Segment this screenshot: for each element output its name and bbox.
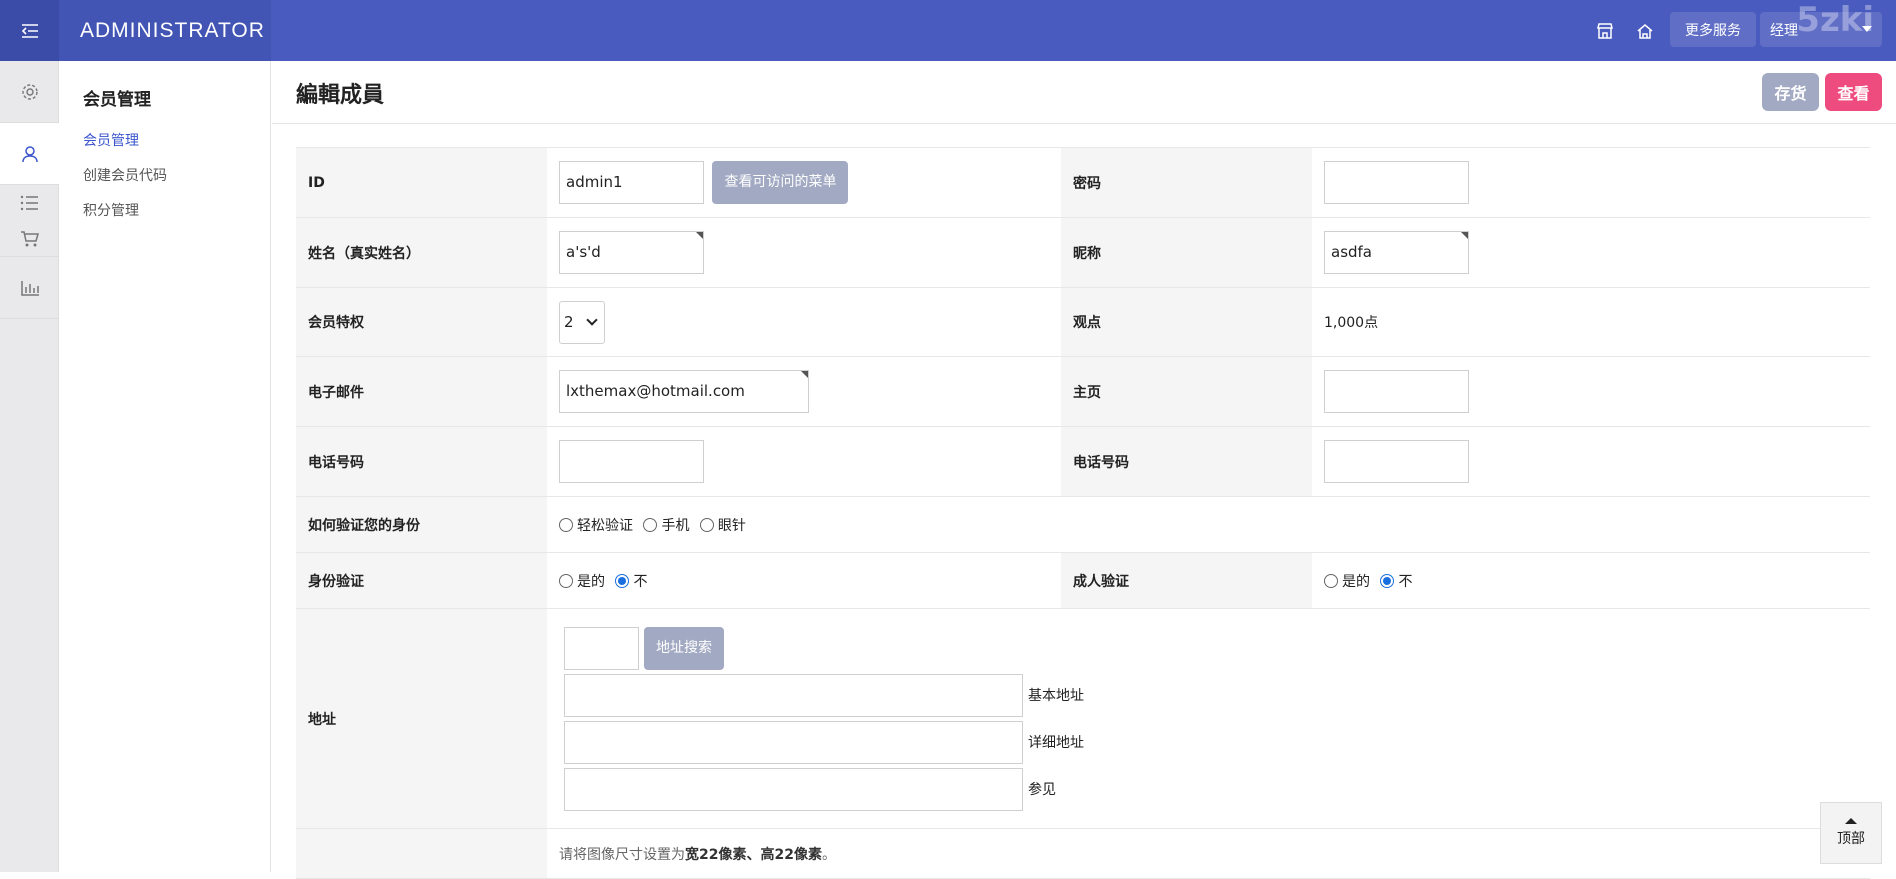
detail-address-input[interactable] (564, 720, 1023, 764)
header-divider (272, 123, 1896, 124)
list-icon (20, 195, 38, 211)
phone-input[interactable] (559, 440, 704, 483)
password-input[interactable] (1324, 161, 1469, 204)
image-hint-end: 。 (821, 846, 836, 863)
id-label: ID (296, 147, 547, 218)
homepage-label: 主页 (1061, 356, 1312, 427)
adult-yes-label: 是的 (1342, 573, 1370, 590)
verify-easy-label: 轻松验证 (577, 517, 633, 534)
identity-no-radio[interactable] (615, 573, 630, 588)
basic-address-input[interactable] (564, 673, 1023, 717)
adult-label: 成人验证 (1061, 552, 1312, 609)
address-search-button[interactable]: 地址搜索 (644, 626, 724, 670)
submenu-item-create-member-code[interactable]: 创建会员代码 (83, 159, 270, 194)
email-label: 电子邮件 (296, 356, 547, 427)
form-row-email: 电子邮件 lxthemax@hotmail.com 主页 (296, 356, 1870, 427)
nickname-label: 昵称 (1061, 217, 1312, 288)
identity-no-label: 不 (633, 573, 648, 590)
postcode-input[interactable] (564, 626, 639, 670)
privilege-value: 2 (564, 312, 574, 331)
rail-settings[interactable] (0, 61, 59, 123)
verify-easy-radio[interactable] (559, 517, 573, 532)
privilege-label: 会员特权 (296, 287, 547, 357)
page-title: 編輯成員 (296, 83, 385, 108)
form-row-identity: 身份验证 是的 不 成人验证 是的 不 (296, 552, 1870, 609)
form-row-verify: 如何验证您的身份 轻松验证 手机 眼针 (296, 496, 1870, 553)
scroll-to-top-label: 顶部 (1837, 831, 1865, 847)
icon-rail (0, 61, 59, 872)
scroll-to-top-button[interactable]: 顶部 (1820, 802, 1882, 864)
reference-address-label: 参见 (1028, 782, 1056, 798)
submenu-panel: 会员管理 会员管理 创建会员代码 积分管理 (59, 61, 271, 872)
image-label (296, 828, 547, 879)
rail-members[interactable] (0, 123, 59, 185)
adult-yes-radio[interactable] (1324, 573, 1338, 588)
submenu-item-points-management[interactable]: 积分管理 (83, 194, 270, 229)
form-row-address: 地址 地址搜索 基本地址 详细地址 参见 (296, 608, 1870, 829)
homepage-input[interactable] (1324, 370, 1469, 413)
reference-address-input[interactable] (564, 767, 1023, 811)
chevron-down-icon (586, 313, 598, 326)
arrow-up-icon (1845, 818, 1857, 824)
form-row-id: ID admin1 查看可访问的菜单 密码 (296, 147, 1870, 218)
phone2-input[interactable] (1324, 440, 1469, 483)
rail-list[interactable] (0, 185, 59, 221)
form-row-image: 请将图像尺寸设置为宽22像素、高22像素。 (296, 828, 1870, 879)
verify-phone-radio[interactable] (643, 517, 658, 532)
verify-ipin-label: 眼针 (717, 517, 746, 534)
verify-phone-label: 手机 (661, 517, 690, 534)
view-button[interactable]: 查看 (1825, 73, 1882, 111)
name-label: 姓名（真实姓名） (296, 217, 547, 288)
member-form: ID admin1 查看可访问的菜单 密码 姓名（真实姓名） a's'd 昵称 … (296, 147, 1870, 879)
basic-address-label: 基本地址 (1028, 688, 1084, 704)
shop-icon[interactable] (1592, 18, 1618, 44)
form-row-phone: 电话号码 电话号码 (296, 426, 1870, 497)
verify-label: 如何验证您的身份 (296, 496, 547, 553)
password-label: 密码 (1061, 147, 1312, 218)
home-icon[interactable] (1632, 18, 1658, 44)
save-button[interactable]: 存货 (1762, 73, 1819, 111)
more-services-button[interactable]: 更多服务 (1670, 12, 1756, 47)
submenu-item-member-management[interactable]: 会员管理 (83, 124, 270, 159)
points-value: 1,000点 (1312, 287, 1870, 357)
address-label: 地址 (296, 608, 547, 829)
form-row-name: 姓名（真实姓名） a's'd 昵称 asdfa (296, 217, 1870, 288)
verify-ipin-radio[interactable] (699, 517, 714, 532)
adult-no-label: 不 (1398, 573, 1413, 590)
email-input[interactable]: lxthemax@hotmail.com (559, 370, 809, 413)
chart-icon (20, 280, 39, 296)
rail-cart[interactable] (0, 221, 59, 257)
nickname-input[interactable]: asdfa (1324, 231, 1469, 274)
privilege-select[interactable]: 2 (559, 300, 605, 344)
main-content: 編輯成員 存货 查看 ID admin1 查看可访问的菜单 密码 姓名（真实姓名… (272, 61, 1896, 879)
identity-yes-label: 是的 (577, 573, 605, 590)
id-input[interactable]: admin1 (559, 161, 704, 204)
detail-address-label: 详细地址 (1028, 735, 1084, 751)
form-row-privilege: 会员特权 2 观点 1,000点 (296, 287, 1870, 357)
gear-icon (21, 83, 38, 100)
phone2-label: 电话号码 (1061, 426, 1312, 497)
user-name: 经理 (1770, 22, 1798, 39)
points-label: 观点 (1061, 287, 1312, 357)
identity-label: 身份验证 (296, 552, 547, 609)
cart-icon (20, 230, 39, 246)
name-input[interactable]: a's'd (559, 231, 704, 274)
user-icon (21, 145, 38, 162)
image-hint-size: 宽22像素、高22像素 (685, 846, 822, 863)
brand-title: ADMINISTRATOR (59, 0, 271, 61)
image-size-hint: 请将图像尺寸设置为宽22像素、高22像素。 (559, 847, 836, 863)
logo-watermark: 5zki (1796, 0, 1874, 40)
adult-no-radio[interactable] (1380, 573, 1395, 588)
submenu-title: 会员管理 (83, 90, 151, 110)
menu-collapse-icon (21, 23, 38, 38)
identity-yes-radio[interactable] (559, 573, 573, 588)
menu-toggle-button[interactable] (0, 0, 59, 61)
rail-stats[interactable] (0, 257, 59, 319)
top-bar: ADMINISTRATOR 更多服务 经理 5zki (0, 0, 1896, 61)
phone-label: 电话号码 (296, 426, 547, 497)
view-accessible-menu-button[interactable]: 查看可访问的菜单 (712, 161, 849, 204)
image-hint-text: 请将图像尺寸设置为 (559, 846, 685, 863)
